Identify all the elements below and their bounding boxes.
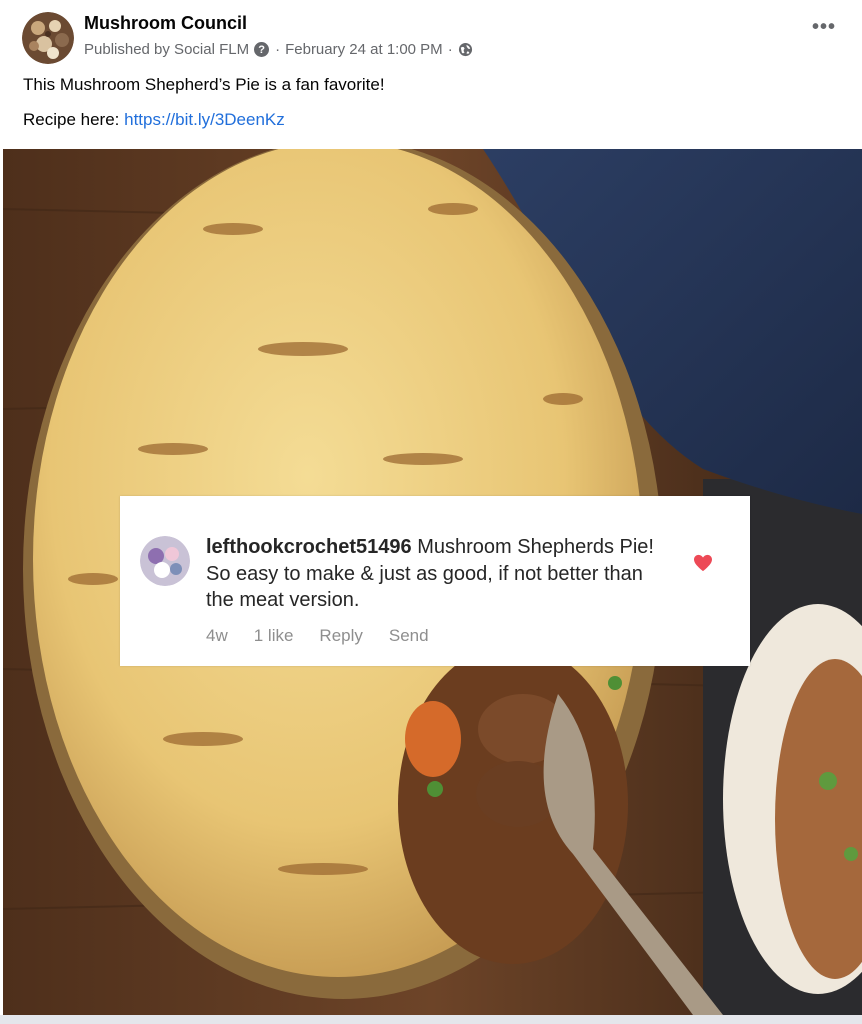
post-timestamp[interactable]: February 24 at 1:00 PM [285,41,443,58]
comment-text: lefthookcrochet51496 Mushroom Shepherds … [206,534,676,614]
meta-separator: · [275,41,281,58]
more-horizontal-icon: ••• [811,16,836,38]
post-caption: This Mushroom Shepherd’s Pie is a fan fa… [23,75,385,94]
meta-separator-2: · [447,41,453,58]
post-meta: Published by Social FLM ? · February 24 … [84,41,473,58]
question-icon[interactable]: ? [254,42,270,57]
comment-age: 4w [206,626,228,645]
comment-card: lefthookcrochet51496 Mushroom Shepherds … [120,496,750,666]
bottom-divider [0,1015,862,1024]
commenter-username[interactable]: lefthookcrochet51496 [206,536,412,558]
globe-icon [458,42,473,57]
post-photo[interactable]: lefthookcrochet51496 Mushroom Shepherds … [3,149,862,1015]
heart-icon[interactable] [693,554,713,572]
send-button[interactable]: Send [389,626,429,646]
more-options-button[interactable]: ••• [812,17,836,37]
comment-actions: 4w 1 like Reply Send [206,626,429,646]
page-avatar[interactable] [22,12,74,64]
likes-count[interactable]: 1 like [254,626,294,646]
recipe-label: Recipe here: [23,110,125,129]
commenter-avatar[interactable] [140,536,190,586]
post-header: Mushroom Council Published by Social FLM… [0,0,862,150]
reply-button[interactable]: Reply [319,626,362,646]
recipe-line: Recipe here: https://bit.ly/3DeenKz [23,110,285,130]
published-by: Published by Social FLM [84,41,250,58]
recipe-link[interactable]: https://bit.ly/3DeenKz [124,110,285,129]
page-name[interactable]: Mushroom Council [84,13,247,34]
